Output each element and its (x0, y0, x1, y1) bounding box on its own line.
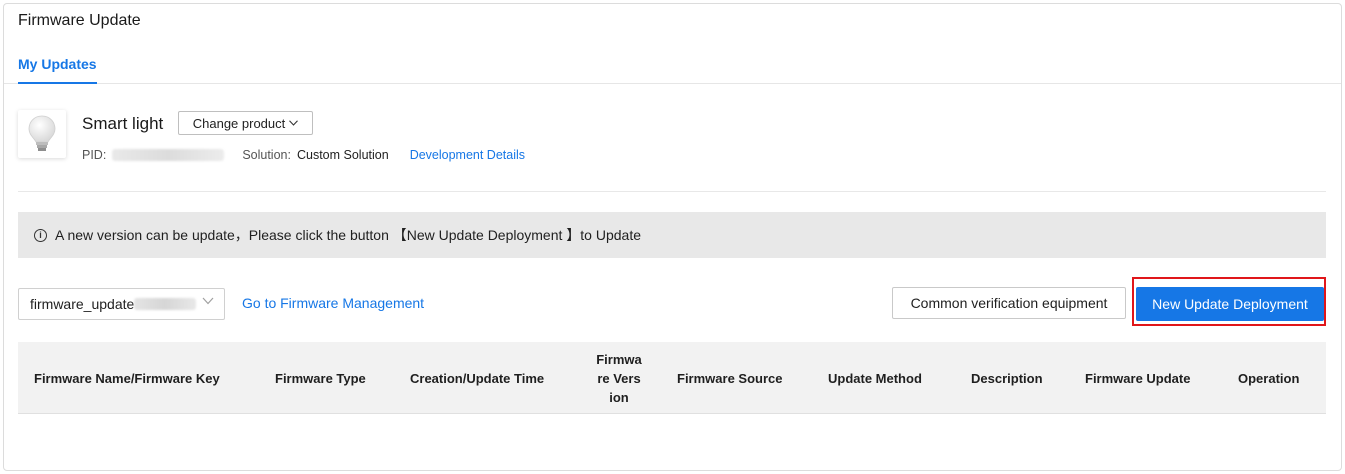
notice-text: A new version can be update，Please click… (55, 227, 641, 243)
update-notice: i A new version can be update，Please cli… (18, 212, 1326, 258)
chevron-down-icon (202, 297, 214, 305)
new-update-deployment-button[interactable]: New Update Deployment (1136, 287, 1324, 321)
column-header: Firmware Source (677, 370, 783, 386)
tab-my-updates[interactable]: My Updates (18, 52, 97, 84)
column-header: Operation (1238, 370, 1300, 386)
column-header: Firmware Version (596, 351, 642, 405)
column-header: Creation/Update Time (410, 370, 545, 386)
firmware-key-redacted (134, 298, 197, 310)
page-title: Firmware Update (18, 12, 141, 29)
column-header: Update Method (828, 370, 922, 386)
product-meta: PID: Solution: Custom Solution Developme… (82, 148, 525, 162)
pid-label: PID: (82, 148, 107, 162)
info-icon: i (34, 228, 47, 242)
section-divider (18, 191, 1326, 192)
firmware-select[interactable]: firmware_update (18, 288, 225, 320)
light-bulb-icon (28, 115, 56, 151)
pid-value-redacted (112, 149, 225, 161)
solution-label: Solution: (242, 148, 291, 162)
column-header: Description (971, 370, 1043, 386)
change-product-label: Change product (192, 115, 286, 131)
firmware-update-panel: Firmware Update My Updates Smart light C… (3, 3, 1342, 471)
common-verification-button[interactable]: Common verification equipment (892, 287, 1126, 319)
firmware-management-link[interactable]: Go to Firmware Management (242, 295, 424, 311)
tab-bar: My Updates (4, 52, 1341, 84)
column-header: Firmware Update (1085, 370, 1191, 386)
change-product-button[interactable]: Change product (178, 111, 313, 135)
column-header: Firmware Type (275, 370, 366, 386)
column-header: Firmware Name/Firmware Key (34, 370, 220, 386)
solution-value: Custom Solution (296, 148, 389, 162)
firmware-select-value: firmware_update (30, 296, 135, 312)
chevron-down-icon (289, 120, 299, 126)
product-name: Smart light (82, 114, 164, 133)
development-details-link[interactable]: Development Details (410, 148, 525, 162)
product-image (18, 110, 66, 158)
firmware-table-header: Firmware Name/Firmware Key Firmware Type… (18, 342, 1326, 414)
